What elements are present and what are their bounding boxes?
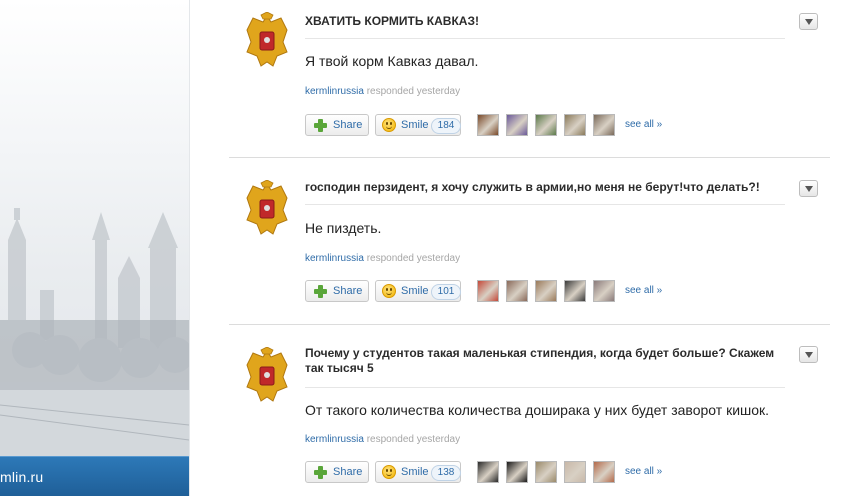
smiler-avatar[interactable]	[564, 461, 586, 483]
feed-post: Почему у студентов такая маленькая стипе…	[229, 325, 830, 498]
see-all-link[interactable]: see all »	[625, 119, 662, 130]
smiler-avatar[interactable]	[506, 114, 528, 136]
plus-icon	[314, 285, 327, 298]
smiler-avatar[interactable]	[593, 114, 615, 136]
plus-icon	[314, 119, 327, 132]
answer-text: От такого количества количества доширака…	[305, 402, 770, 418]
smile-label: Smile	[401, 466, 429, 478]
divider	[305, 387, 785, 388]
post-actions: Share Smile 101 see all »	[305, 280, 805, 304]
post-actions: Share Smile 138 see all »	[305, 461, 805, 485]
smiler-avatar[interactable]	[506, 280, 528, 302]
answer-text: Я твой корм Кавказ давал.	[305, 53, 479, 69]
smiler-avatar[interactable]	[564, 280, 586, 302]
answer-meta: kermlinrussia responded yesterday	[305, 253, 460, 264]
post-menu-button[interactable]	[799, 13, 818, 30]
coat-of-arms-avatar[interactable]	[243, 180, 291, 236]
qa-feed: ХВАТИТЬ КОРМИТЬ КАВКАЗ! Я твой корм Кавк…	[229, 0, 830, 498]
share-button[interactable]: Share	[305, 280, 369, 302]
responded-text: responded yesterday	[366, 434, 461, 445]
kremlin-sidebar: mlin.ru	[0, 0, 190, 496]
responded-text: responded yesterday	[366, 86, 461, 97]
responded-text: responded yesterday	[366, 253, 461, 264]
kremlin-illustration	[0, 208, 189, 457]
smile-count: 184	[431, 118, 461, 134]
site-bar: mlin.ru	[0, 456, 189, 496]
smile-count: 101	[431, 284, 461, 300]
post-actions: Share Smile 184 see all »	[305, 114, 805, 138]
coat-of-arms-avatar[interactable]	[243, 347, 291, 403]
share-label: Share	[333, 119, 363, 131]
share-label: Share	[333, 285, 363, 297]
username-link[interactable]: kermlinrussia	[305, 434, 364, 445]
smile-label: Smile	[401, 119, 429, 131]
feed-post: господин перзидент, я хочу служить в арм…	[229, 158, 830, 325]
smile-button[interactable]: Smile 138	[375, 461, 461, 483]
username-link[interactable]: kermlinrussia	[305, 253, 364, 264]
post-menu-button[interactable]	[799, 180, 818, 197]
smiler-avatar[interactable]	[593, 461, 615, 483]
post-menu-button[interactable]	[799, 346, 818, 363]
smile-count: 138	[431, 465, 461, 481]
smiler-avatar[interactable]	[477, 461, 499, 483]
share-button[interactable]: Share	[305, 114, 369, 136]
smile-button[interactable]: Smile 184	[375, 114, 461, 136]
smile-button[interactable]: Smile 101	[375, 280, 461, 302]
smiler-avatar[interactable]	[477, 280, 499, 302]
divider	[305, 38, 785, 39]
share-label: Share	[333, 466, 363, 478]
question-title[interactable]: Почему у студентов такая маленькая стипе…	[305, 346, 775, 376]
smiler-avatar[interactable]	[477, 114, 499, 136]
question-title[interactable]: ХВАТИТЬ КОРМИТЬ КАВКАЗ!	[305, 14, 775, 29]
smiler-avatar[interactable]	[535, 461, 557, 483]
smile-label: Smile	[401, 285, 429, 297]
smiler-avatar[interactable]	[535, 114, 557, 136]
feed-post: ХВАТИТЬ КОРМИТЬ КАВКАЗ! Я твой корм Кавк…	[229, 0, 830, 158]
username-link[interactable]: kermlinrussia	[305, 86, 364, 97]
share-button[interactable]: Share	[305, 461, 369, 483]
answer-text: Не пиздеть.	[305, 220, 382, 236]
see-all-link[interactable]: see all »	[625, 466, 662, 477]
plus-icon	[314, 466, 327, 479]
coat-of-arms-avatar[interactable]	[243, 12, 291, 68]
smiler-avatar[interactable]	[535, 280, 557, 302]
smiley-icon	[382, 118, 396, 132]
smiler-avatar[interactable]	[506, 461, 528, 483]
smiler-avatar[interactable]	[564, 114, 586, 136]
smiley-icon	[382, 284, 396, 298]
question-title[interactable]: господин перзидент, я хочу служить в арм…	[305, 180, 775, 195]
smiler-avatar[interactable]	[593, 280, 615, 302]
answer-meta: kermlinrussia responded yesterday	[305, 86, 460, 97]
divider	[305, 204, 785, 205]
smiley-icon	[382, 465, 396, 479]
answer-meta: kermlinrussia responded yesterday	[305, 434, 460, 445]
see-all-link[interactable]: see all »	[625, 285, 662, 296]
site-url[interactable]: mlin.ru	[0, 469, 43, 485]
